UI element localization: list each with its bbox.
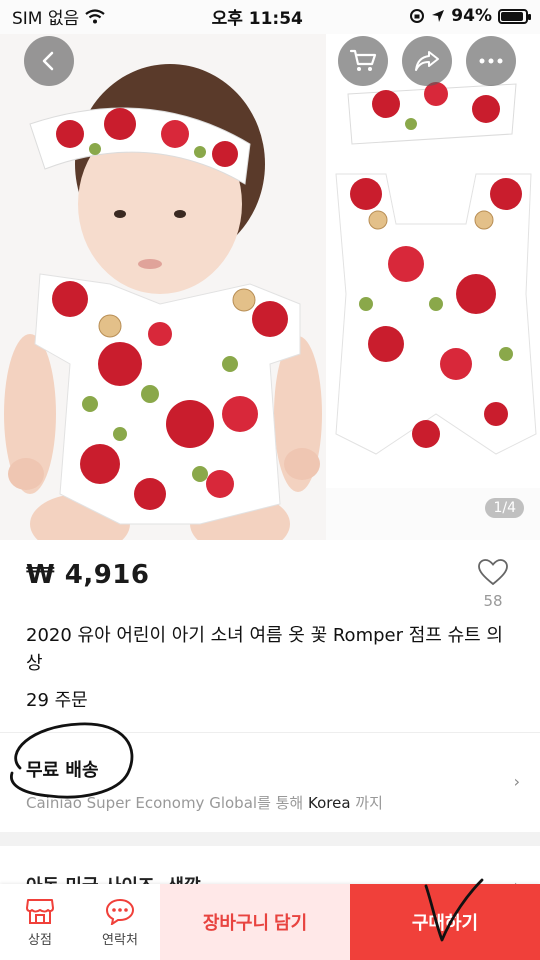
product-photo-flat [326,34,540,488]
contact-label: 연락처 [102,932,138,948]
contact-tab[interactable]: 연락처 [80,884,160,960]
battery-percent: 94% [451,6,492,26]
product-price: ₩ 4,916 [26,560,150,590]
product-gallery[interactable]: 1/4 [0,0,540,540]
shipping-country: Korea [308,794,351,812]
share-icon [415,51,439,71]
clock: 오후 11:54 [211,8,303,29]
cart-button[interactable] [338,36,388,86]
product-title: 2020 유아 어린이 아기 소녀 여름 옷 꽃 Romper 점프 슈트 의상 [26,625,503,674]
shipping-suffix: 까지 [350,794,383,812]
store-icon [26,898,54,924]
battery-fill [500,11,524,21]
wifi-icon [85,8,105,23]
add-to-cart-button[interactable]: 장바구니 담기 [160,884,350,960]
heart-icon [478,559,508,586]
shipping-detail: Cainiao Super Economy Global를 통해 Korea 까… [26,792,383,813]
chevron-right-icon: › [513,772,520,791]
shipping-provider: Cainiao Super Economy Global [26,794,258,812]
orientation-lock-icon [410,9,425,23]
divider [0,732,540,733]
share-button[interactable] [402,36,452,86]
back-button[interactable] [24,36,74,86]
wishlist-count: 58 [483,592,503,610]
location-icon [432,10,445,22]
store-label: 상점 [28,932,52,948]
product-photo-main [0,34,326,540]
wishlist-button[interactable]: 58 [476,558,510,610]
buy-now-button[interactable]: 구매하기 [350,884,540,960]
chevron-left-icon [42,51,54,71]
section-divider [0,832,540,846]
product-page: 1/4 SIM 없음 오후 11:54 94% ₩ 4,916 58 2020 … [0,0,540,960]
shipping-title: 무료 배송 [26,760,99,781]
carrier-text: SIM 없음 [12,8,80,29]
image-counter: 1/4 [485,498,524,518]
store-tab[interactable]: 상점 [0,884,80,960]
cart-icon [349,49,377,71]
order-count: 29 주문 [26,690,88,711]
shipping-via: 를 통해 [257,794,308,812]
more-icon [479,58,503,64]
bottom-action-bar: 상점 연락처 장바구니 담기 구매하기 [0,884,540,960]
more-button[interactable] [466,36,516,86]
status-bar: SIM 없음 오후 11:54 94% [0,0,540,32]
battery-icon [497,8,531,24]
chat-icon [105,898,135,925]
